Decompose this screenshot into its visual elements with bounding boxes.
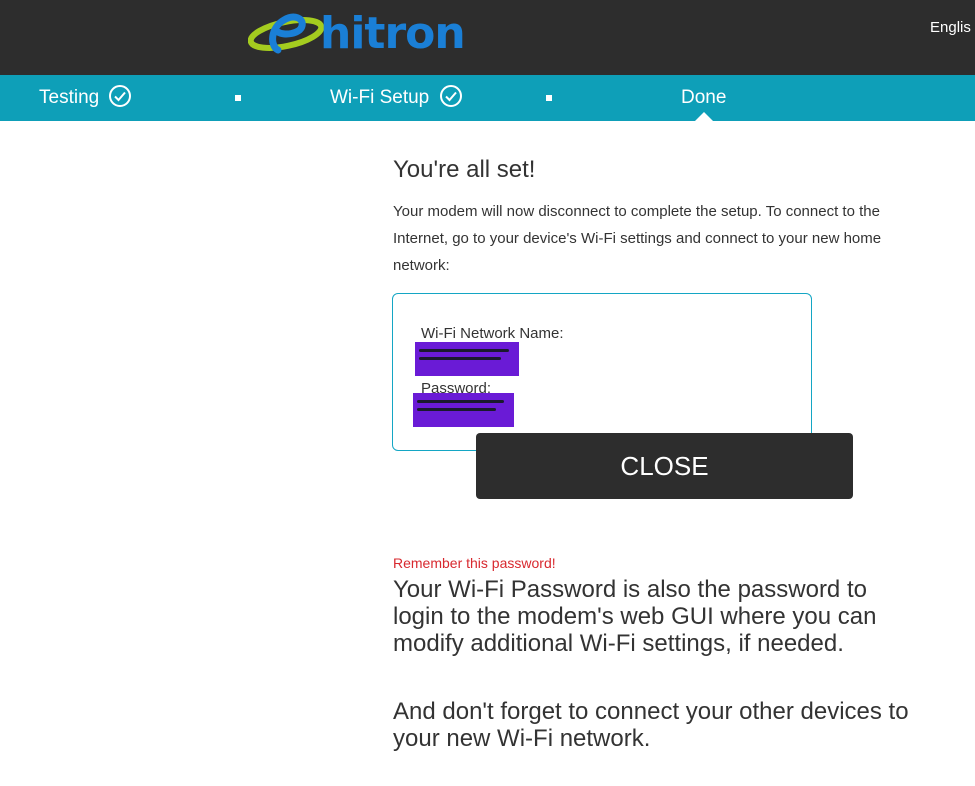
step-testing: Testing bbox=[39, 75, 132, 121]
logo-wordmark: hitron bbox=[320, 8, 466, 59]
setup-progress-bar: Testing Wi-Fi Setup Done bbox=[0, 75, 975, 121]
step-separator-dot bbox=[546, 95, 552, 101]
step-label: Testing bbox=[39, 87, 100, 108]
close-button[interactable]: CLOSE bbox=[476, 433, 853, 499]
network-credentials-box: Wi-Fi Network Name: Password: bbox=[392, 293, 812, 451]
active-step-pointer bbox=[694, 112, 714, 122]
password-info-text: Your Wi-Fi Password is also the password… bbox=[393, 576, 877, 657]
step-separator-dot bbox=[235, 95, 241, 101]
page-title: You're all set! bbox=[393, 156, 536, 183]
step-wifi-setup: Wi-Fi Setup bbox=[330, 75, 463, 121]
setup-instructions: Your modem will now disconnect to comple… bbox=[393, 203, 882, 274]
step-label: Wi-Fi Setup bbox=[330, 87, 430, 108]
network-name-label: Wi-Fi Network Name: bbox=[421, 325, 564, 342]
language-selector[interactable]: Englis bbox=[930, 19, 971, 36]
redacted-network-name bbox=[415, 342, 519, 376]
hitron-logo: hitron bbox=[247, 6, 478, 62]
redacted-password bbox=[413, 393, 514, 427]
hitron-swirl-icon bbox=[247, 13, 325, 54]
connect-devices-text: And don't forget to connect your other d… bbox=[393, 698, 909, 752]
check-circle-icon bbox=[439, 85, 462, 108]
check-circle-icon bbox=[109, 85, 132, 108]
remember-password-warning: Remember this password! bbox=[393, 555, 556, 571]
top-header: hitron Englis bbox=[0, 0, 975, 75]
